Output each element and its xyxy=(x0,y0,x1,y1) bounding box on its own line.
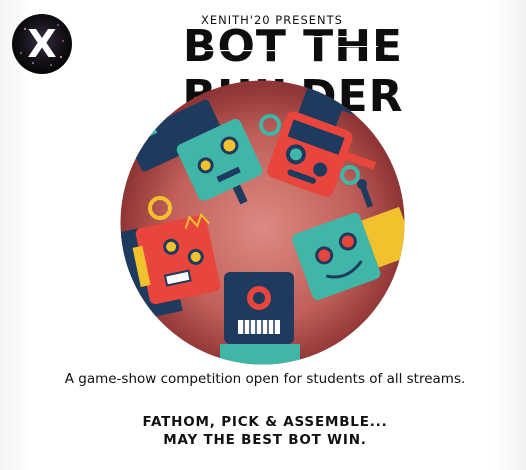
title-grunge-texture xyxy=(108,36,458,59)
tagline: FATHOM, PICK & ASSEMBLE... MAY THE BEST … xyxy=(60,413,470,449)
logo-letter: X xyxy=(27,22,56,66)
xenith-logo: X xyxy=(12,14,72,74)
description-text: A game-show competition open for student… xyxy=(64,371,466,387)
robots-illustration xyxy=(120,80,405,365)
tagline-line-2: MAY THE BEST BOT WIN. xyxy=(163,432,367,448)
tagline-line-1: FATHOM, PICK & ASSEMBLE... xyxy=(142,414,388,430)
poster: X XENITH'20 PRESENTS BOT THE BUILDER xyxy=(0,0,526,470)
